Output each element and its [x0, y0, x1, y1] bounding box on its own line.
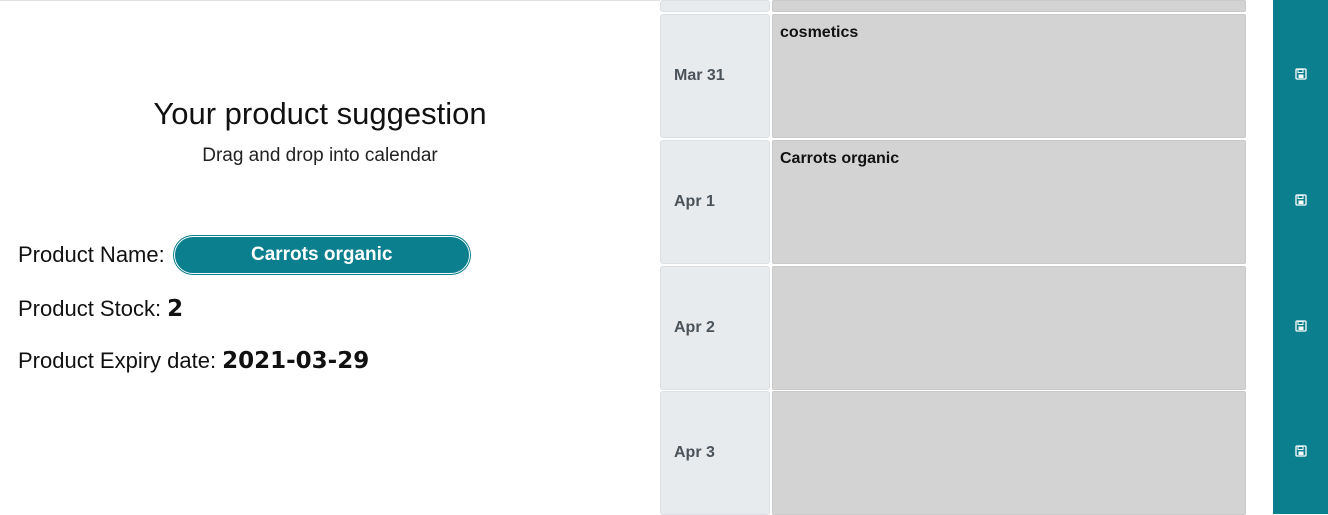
calendar-item[interactable]: cosmetics	[780, 24, 858, 42]
calendar-drop-slot[interactable]	[772, 0, 1246, 12]
calendar-date-cell: Apr 2	[660, 266, 770, 390]
product-suggestion-panel: Your product suggestion Drag and drop in…	[0, 0, 660, 514]
floppy-disk-icon	[1294, 445, 1307, 457]
floppy-disk-icon	[1294, 194, 1307, 206]
calendar-date-cell: Apr 3	[660, 391, 770, 515]
save-button[interactable]	[1273, 436, 1328, 466]
calendar-drop-slot[interactable]	[772, 266, 1246, 390]
save-button[interactable]	[1273, 311, 1328, 341]
calendar-row: Apr 2	[660, 266, 1248, 390]
product-expiry-value: 2021-03-29	[222, 348, 370, 374]
save-column	[1273, 0, 1328, 514]
product-stock-label: Product Stock:	[18, 296, 162, 321]
calendar-row: Apr 3	[660, 391, 1248, 515]
product-stock-value: 2	[167, 296, 184, 322]
calendar-row-partial	[660, 0, 1248, 12]
save-button[interactable]	[1273, 185, 1328, 215]
calendar-item[interactable]: Carrots organic	[780, 150, 899, 168]
calendar: Mar 31 cosmetics Apr 1 Carrots organic A…	[660, 0, 1248, 515]
calendar-row: Mar 31 cosmetics	[660, 14, 1248, 138]
suggestion-title: Your product suggestion	[153, 96, 487, 131]
calendar-drop-slot[interactable]: Carrots organic	[772, 140, 1246, 264]
product-name-label: Product Name:	[18, 242, 165, 267]
product-expiry-row: Product Expiry date: 2021-03-29	[18, 348, 369, 374]
calendar-drop-slot[interactable]: cosmetics	[772, 14, 1246, 138]
product-name-row: Product Name: Carrots organic	[18, 236, 469, 274]
product-expiry-label: Product Expiry date:	[18, 348, 217, 373]
save-button[interactable]	[1273, 59, 1328, 89]
suggestion-subtitle: Drag and drop into calendar	[202, 145, 438, 166]
draggable-product-chip[interactable]: Carrots organic	[174, 237, 469, 273]
product-stock-row: Product Stock: 2	[18, 296, 183, 322]
calendar-date-cell: Mar 31	[660, 14, 770, 138]
calendar-date-cell: Apr 1	[660, 140, 770, 264]
floppy-disk-icon	[1294, 320, 1307, 332]
calendar-drop-slot[interactable]	[772, 391, 1246, 515]
calendar-date-cell	[660, 0, 770, 12]
floppy-disk-icon	[1294, 68, 1307, 80]
calendar-row: Apr 1 Carrots organic	[660, 140, 1248, 264]
